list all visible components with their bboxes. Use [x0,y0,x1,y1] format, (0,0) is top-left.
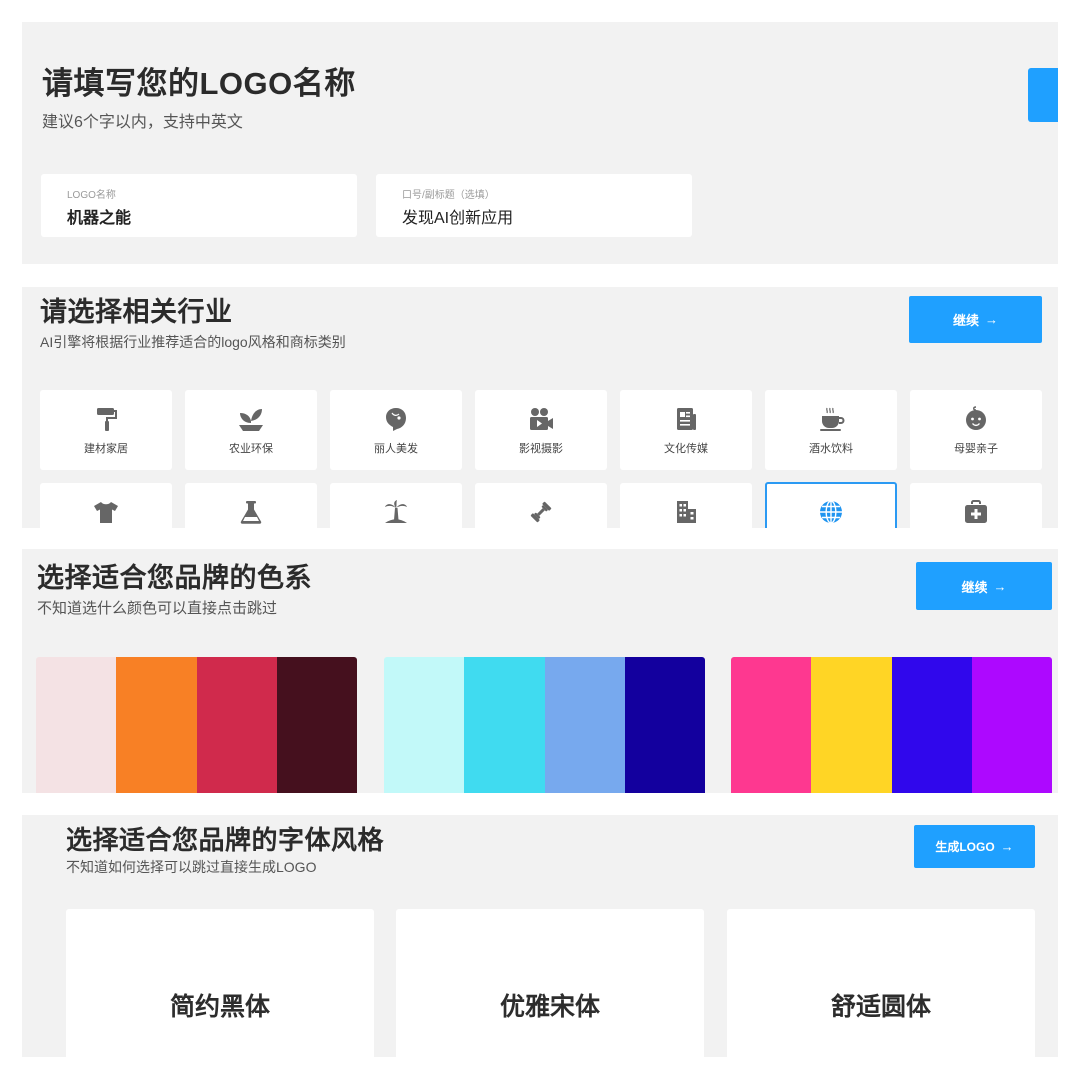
industry-tile-beauty[interactable]: 丽人美发 [330,390,462,470]
industry-tile-beverages[interactable]: 酒水饮料 [765,390,897,470]
color-section-title: 选择适合您品牌的色系 [37,563,312,593]
color-swatch [811,657,892,793]
color-swatch [464,657,545,793]
font-style-name: 优雅宋体 [499,992,600,1021]
font-style-name: 简约黑体 [169,993,270,1021]
slogan-label: 口号/副标题（选填） [402,190,495,201]
color-swatch [624,657,705,793]
color-swatch [276,657,357,793]
logo-name-label: LOGO名称 [67,190,116,201]
slogan-field[interactable]: 口号/副标题（选填） 发现AI创新应用 [376,174,692,237]
next-button-edge[interactable] [1028,68,1058,122]
name-section-title: 请填写您的LOGO名称 [42,66,356,101]
industry-tile-medical[interactable] [910,483,1042,528]
font-style-card-sans[interactable]: 简约黑体 [66,909,374,1057]
palm-tree-icon [330,499,462,525]
color-palette-option[interactable] [384,657,705,793]
industry-label: 母婴亲子 [954,443,998,455]
industry-label: 丽人美发 [374,443,418,455]
seedling-icon [185,406,317,432]
color-section: 选择适合您品牌的色系 不知道选什么颜色可以直接点击跳过 继续 → [22,549,1058,793]
paint-roller-icon [40,406,172,432]
color-swatch [384,657,465,793]
industry-tile-internet-selected[interactable] [765,482,897,528]
logo-name-section: 请填写您的LOGO名称 建议6个字以内，支持中英文 LOGO名称 机器之能 口号… [22,22,1058,264]
industry-label: 文化传媒 [664,443,708,455]
coffee-cup-icon [765,406,897,432]
color-palette-option[interactable] [731,657,1052,793]
color-swatch [731,657,812,793]
color-swatch [544,657,625,793]
logo-name-input[interactable]: 机器之能 [67,204,131,228]
font-section: 选择适合您品牌的字体风格 不知道如何选择可以跳过直接生成LOGO 生成LOGO … [22,815,1058,1057]
industry-tile-chemistry[interactable] [185,483,317,528]
industry-section-title: 请选择相关行业 [40,297,233,327]
slogan-input[interactable]: 发现AI创新应用 [402,204,513,228]
color-section-subtitle: 不知道选什么颜色可以直接点击跳过 [37,600,278,617]
tshirt-icon [40,499,172,525]
globe-icon [767,499,895,525]
color-continue-button[interactable]: 继续 → [916,562,1052,610]
industry-tile-real-estate[interactable] [620,483,752,528]
color-swatch [891,657,972,793]
industry-tile-film-photo[interactable]: 影视摄影 [475,390,607,470]
generate-logo-button[interactable]: 生成LOGO → [914,825,1035,868]
arrow-right-icon: → [985,312,998,327]
industry-tile-agriculture[interactable]: 农业环保 [185,390,317,470]
color-continue-label: 继续 [961,579,988,595]
font-section-title: 选择适合您品牌的字体风格 [66,825,385,855]
industry-label: 农业环保 [229,443,273,455]
flask-icon [185,499,317,525]
color-swatch [196,657,277,793]
industry-tile-building-materials[interactable]: 建材家居 [40,390,172,470]
industry-section-subtitle: AI引擎将根据行业推荐适合的logo风格和商标类别 [40,334,346,350]
font-section-subtitle: 不知道如何选择可以跳过直接生成LOGO [66,859,317,875]
baby-face-icon [910,406,1042,432]
industry-section: 请选择相关行业 AI引擎将根据行业推荐适合的logo风格和商标类别 继续 → 建… [22,287,1058,528]
color-palette-option[interactable] [36,657,357,793]
industry-tile-maternal-baby[interactable]: 母婴亲子 [910,390,1042,470]
industry-continue-label: 继续 [952,313,979,328]
font-style-card-serif[interactable]: 优雅宋体 [396,909,704,1057]
color-swatch [36,657,117,793]
newspaper-icon [620,406,752,432]
industry-label: 酒水饮料 [809,443,853,455]
industry-tile-culture-media[interactable]: 文化传媒 [620,390,752,470]
industry-tile-apparel[interactable] [40,483,172,528]
arrow-right-icon: → [993,578,1007,594]
font-style-card-rounded[interactable]: 舒适圆体 [727,909,1035,1057]
beauty-head-icon [330,406,462,432]
industry-continue-button[interactable]: 继续 → [909,296,1042,343]
font-style-name: 舒适圆体 [830,993,931,1021]
generate-logo-label: 生成LOGO [935,840,995,854]
color-swatch [116,657,197,793]
building-icon [620,499,752,525]
video-camera-icon [475,406,607,432]
arrow-right-icon: → [1000,839,1014,854]
industry-label: 影视摄影 [519,443,563,455]
dumbbell-icon [475,499,607,525]
industry-label: 建材家居 [84,443,128,455]
industry-tile-fitness[interactable] [475,483,607,528]
logo-name-field[interactable]: LOGO名称 机器之能 [41,174,357,237]
medical-kit-icon [910,499,1042,525]
color-swatch [971,657,1052,793]
name-section-subtitle: 建议6个字以内，支持中英文 [42,114,243,131]
industry-tile-travel[interactable] [330,483,462,528]
